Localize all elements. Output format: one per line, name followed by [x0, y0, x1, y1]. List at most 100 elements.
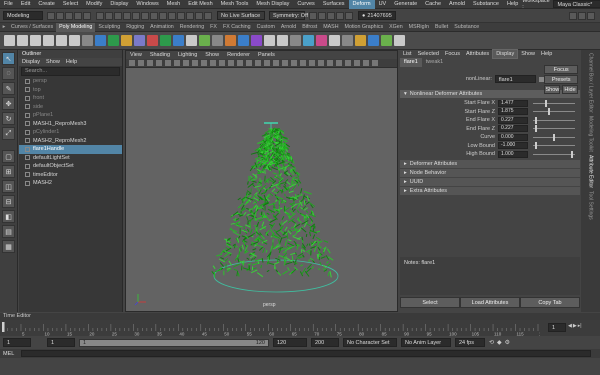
toggle-panel-icon[interactable] [578, 11, 586, 20]
fps-dropdown[interactable]: 24 fps [455, 338, 485, 347]
attribute-slider[interactable] [533, 108, 575, 116]
section-uuid[interactable]: ▸ UUID [400, 177, 580, 186]
select-tool-icon[interactable]: ↖ [2, 52, 15, 65]
menu-arnold[interactable]: Arnold [445, 0, 469, 9]
shelf-tool-icon[interactable] [381, 35, 392, 46]
shelf-tool-icon[interactable] [225, 35, 236, 46]
shelf-tool-icon[interactable] [69, 35, 80, 46]
shelf-tool-icon[interactable] [121, 35, 132, 46]
shelf-tab-mash[interactable]: MASH [320, 23, 341, 32]
select-button[interactable]: Select [400, 297, 460, 308]
attribute-value-field[interactable]: 1.000 [498, 150, 528, 158]
outliner-item[interactable]: flare1Handle [19, 145, 122, 154]
menu-help[interactable]: Help [503, 0, 522, 9]
menu-generate[interactable]: Generate [390, 0, 421, 9]
single-layout-icon[interactable]: ▢ [2, 150, 15, 163]
menu-substance[interactable]: Substance [469, 0, 503, 9]
attribute-value-field[interactable]: -1.000 [498, 142, 528, 150]
arnold-render-icon[interactable] [345, 11, 353, 20]
workspace-dropdown[interactable]: Maya Classic* [553, 0, 600, 8]
snap-grid-icon[interactable] [168, 11, 176, 20]
outliner-menu-help[interactable]: Help [63, 58, 80, 66]
menu-edit[interactable]: Edit [17, 0, 34, 9]
slider-handle[interactable] [553, 133, 555, 141]
ipr-icon[interactable] [318, 11, 326, 20]
layout-icon[interactable] [587, 11, 595, 20]
menu-curves[interactable]: Curves [293, 0, 318, 9]
shelf-tab-motion-graphics[interactable]: Motion Graphics [342, 23, 387, 32]
symmetry-dropdown[interactable]: Symmetry: Off [269, 11, 308, 20]
attribute-value-field[interactable]: 1.477 [498, 99, 528, 107]
snap-surface-icon[interactable] [204, 11, 212, 20]
menu-create[interactable]: Create [34, 0, 59, 9]
attribute-slider[interactable] [533, 125, 575, 133]
viewport-tool-icon[interactable] [192, 60, 198, 66]
side-tab-modeling-toolkit[interactable]: Modeling Toolkit [588, 116, 594, 152]
hide-button[interactable]: Hide [562, 84, 578, 94]
graph-layout-icon[interactable]: ▤ [2, 225, 15, 238]
shelf-tab-fx-caching[interactable]: FX Caching [220, 23, 254, 32]
shelf-tab-sculpting[interactable]: Sculpting [95, 23, 123, 32]
slider-handle[interactable] [535, 142, 537, 150]
snap-curve-icon[interactable] [177, 11, 185, 20]
section-node-behavior[interactable]: ▸ Node Behavior [400, 168, 580, 177]
current-frame-field[interactable]: 1 [548, 323, 566, 332]
shelf-tab-fx[interactable]: FX [207, 23, 220, 32]
outliner-item[interactable]: persp [19, 77, 122, 86]
save-scene-icon[interactable] [65, 11, 73, 20]
attribute-value-field[interactable]: 1.875 [498, 108, 528, 116]
character-set-dropdown[interactable]: No Character Set [343, 338, 397, 347]
shelf-tool-icon[interactable] [108, 35, 119, 46]
notes-area[interactable]: Notes: flare1 [400, 257, 580, 295]
node-name-field[interactable]: flare1 [494, 75, 537, 83]
ae-tab-tweak1[interactable]: tweak1 [422, 58, 447, 67]
timeline[interactable]: 5 10 15 20 25 30 35 40 45 50 55 60 65 70 75 80 85 90 95 100… [0, 320, 600, 336]
tree-mesh[interactable] [211, 127, 334, 278]
viewport-tool-icon[interactable] [201, 60, 207, 66]
attribute-slider[interactable] [533, 116, 575, 124]
menu-surfaces[interactable]: Surfaces [319, 0, 349, 9]
viewport-tool-icon[interactable] [174, 60, 180, 66]
side-tab-attribute-editor[interactable]: Attribute Editor [588, 155, 594, 188]
shelf-tool-icon[interactable] [290, 35, 301, 46]
shelf-tab-animation[interactable]: Animation [147, 23, 177, 32]
slider-handle[interactable] [548, 108, 551, 116]
shelf-tab-arnold[interactable]: Arnold [278, 23, 299, 32]
custom-layout-icon[interactable]: ▦ [2, 240, 15, 253]
shelf-tool-icon[interactable] [160, 35, 171, 46]
shelf-tab-poly-modeling[interactable]: Poly Modeling [56, 22, 96, 32]
viewport-tool-icon[interactable] [255, 60, 261, 66]
viewport-menu-shading[interactable]: Shading [146, 51, 174, 59]
shelf-tool-icon[interactable] [238, 35, 249, 46]
menu-select[interactable]: Select [59, 0, 82, 9]
anim-end-field[interactable]: 200 [311, 338, 339, 347]
select-hierarchy-icon[interactable] [96, 11, 104, 20]
lasso-tool-icon[interactable]: ◌ [2, 67, 15, 80]
ae-menu-show[interactable]: Show [518, 50, 538, 58]
ae-menu-help[interactable]: Help [538, 50, 555, 58]
attribute-slider[interactable] [533, 99, 575, 107]
slider-handle[interactable] [545, 99, 547, 107]
menu-mesh-tools[interactable]: Mesh Tools [217, 0, 253, 9]
mask-edge-icon[interactable] [132, 11, 140, 20]
copy-tab-button[interactable]: Copy Tab [520, 297, 580, 308]
shelf-tool-icon[interactable] [147, 35, 158, 46]
mask-face-icon[interactable] [141, 11, 149, 20]
time-slider[interactable]: 5 10 15 20 25 30 35 40 45 50 55 60 65 70 75 80 85 90 95 100… [0, 320, 540, 336]
shelf-tab-rigging[interactable]: Rigging [123, 23, 147, 32]
viewport-tool-icon[interactable] [291, 60, 297, 66]
snap-point-icon[interactable] [186, 11, 194, 20]
side-tab-tool-settings[interactable]: Tool Settings [588, 191, 594, 220]
ae-menu-selected[interactable]: Selected [415, 50, 442, 58]
ae-menu-display[interactable]: Display [492, 49, 519, 59]
outliner-item[interactable]: front [19, 94, 122, 103]
mel-input[interactable] [21, 350, 591, 357]
menu-modify[interactable]: Modify [82, 0, 106, 9]
split-horizontal-icon[interactable]: ⊟ [2, 195, 15, 208]
viewport-menu-lighting[interactable]: Lighting [174, 51, 201, 59]
shelf-tool-icon[interactable] [134, 35, 145, 46]
ae-tab-flare1[interactable]: flare1 [400, 58, 422, 67]
play-icon[interactable]: ▶ [573, 323, 577, 329]
toggle-sidebar-icon[interactable] [569, 11, 577, 20]
outliner-menu-show[interactable]: Show [43, 58, 63, 66]
